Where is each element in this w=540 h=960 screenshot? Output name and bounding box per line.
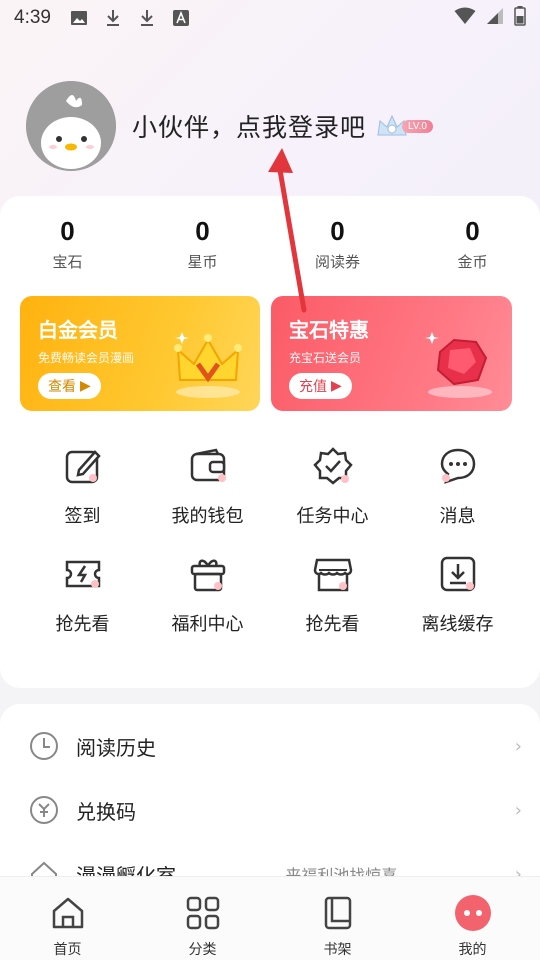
gift-icon: [190, 559, 225, 592]
gem-icon: [425, 332, 492, 398]
home-icon: [52, 897, 83, 929]
stat-gold-coins[interactable]: 0 金币: [405, 216, 540, 276]
download-notification-icon: [103, 8, 123, 28]
platinum-member-card[interactable]: 白金会员 免费畅读会员漫画 查看 ▶: [20, 296, 260, 411]
login-prompt[interactable]: 小伙伴，点我登录吧: [132, 108, 366, 144]
tab-label: 书架: [323, 942, 352, 958]
font-notification-icon: [171, 8, 191, 28]
battery-icon: [514, 5, 526, 31]
stat-label: 金币: [457, 253, 488, 271]
grid-item-offline-cache[interactable]: 离线缓存: [395, 554, 520, 636]
profile-header[interactable]: 小伙伴，点我登录吧 LV.0: [26, 80, 526, 172]
tab-category[interactable]: 分类: [135, 877, 270, 960]
chat-icon: [440, 448, 475, 484]
stat-label: 星币: [187, 253, 218, 271]
tab-home[interactable]: 首页: [0, 877, 135, 960]
profile-icon: [454, 895, 491, 931]
level-badge: LV.0: [376, 113, 433, 139]
grid-label: 离线缓存: [421, 614, 494, 635]
download-icon: [440, 556, 475, 592]
grid-item-wallet[interactable]: 我的钱包: [145, 446, 270, 528]
stat-value: 0: [330, 216, 345, 246]
crown-icon: [174, 332, 242, 398]
list-label: 阅读历史: [76, 735, 156, 760]
stat-value: 0: [195, 216, 210, 246]
category-icon: [186, 896, 219, 930]
grid-label: 福利中心: [171, 614, 244, 635]
stat-reading-tickets[interactable]: 0 阅读券: [270, 216, 405, 276]
grid-item-task-center[interactable]: 任务中心: [270, 446, 395, 528]
stat-star-coins[interactable]: 0 星币: [135, 216, 270, 276]
grid-item-early-access[interactable]: 抢先看: [20, 554, 145, 636]
stat-gems[interactable]: 0 宝石: [0, 216, 135, 276]
avatar[interactable]: [26, 81, 116, 171]
list-item-reading-history[interactable]: 阅读历史 ›: [28, 726, 522, 766]
wallet-icon: [190, 448, 226, 482]
grid-label: 抢先看: [55, 614, 110, 635]
chevron-right-icon: ›: [514, 735, 522, 757]
recharge-button[interactable]: 充值 ▶: [289, 373, 352, 399]
status-bar: 4:39: [0, 0, 540, 36]
grid-label: 消息: [439, 506, 476, 527]
grid-label: 任务中心: [296, 506, 369, 527]
grid-label: 签到: [64, 506, 101, 527]
level-text: LV.0: [402, 119, 433, 133]
tab-label: 分类: [188, 942, 217, 958]
tab-label: 我的: [458, 942, 487, 958]
redeem-icon: [30, 796, 58, 824]
gem-special-card[interactable]: 宝石特惠 充宝石送会员 充值 ▶: [271, 296, 512, 411]
edit-icon: [65, 450, 101, 484]
ticket-icon: [65, 560, 100, 588]
clock-icon: [30, 732, 58, 760]
badge-check-icon: [312, 447, 353, 485]
list-item-redeem-code[interactable]: 兑换码 ›: [28, 790, 522, 830]
stat-value: 0: [465, 216, 480, 246]
grid-item-welfare-center[interactable]: 福利中心: [145, 554, 270, 636]
grid-item-early-access-2[interactable]: 抢先看: [270, 554, 395, 636]
signal-icon: [486, 7, 504, 30]
feature-grid: 签到 我的钱包 任务中心 消息 抢先看 福利中心 抢先看 离线缓存: [20, 446, 520, 636]
stat-label: 宝石: [52, 253, 83, 271]
stats-row: 0 宝石 0 星币 0 阅读券 0 金币: [0, 216, 540, 276]
bookshelf-icon: [324, 896, 351, 930]
stat-label: 阅读券: [314, 253, 360, 271]
status-time: 4:39: [14, 7, 51, 28]
recharge-button-label: 充值: [299, 379, 327, 395]
wifi-icon: [454, 7, 476, 30]
view-button[interactable]: 查看 ▶: [38, 373, 101, 399]
view-button-label: 查看: [48, 379, 76, 395]
grid-item-sign-in[interactable]: 签到: [20, 446, 145, 528]
play-arrow-icon: ▶: [331, 378, 342, 394]
image-notification-icon: [69, 8, 89, 28]
bottom-tab-bar: 首页 分类 书架 我的: [0, 876, 540, 960]
chevron-right-icon: ›: [514, 799, 522, 821]
stat-value: 0: [60, 216, 75, 246]
list-label: 兑换码: [76, 799, 136, 824]
store-icon: [313, 558, 352, 592]
grid-label: 抢先看: [305, 614, 360, 635]
grid-label: 我的钱包: [171, 506, 244, 527]
tab-profile[interactable]: 我的: [405, 877, 540, 960]
download-notification-icon-2: [137, 8, 157, 28]
tab-label: 首页: [53, 942, 82, 958]
grid-item-messages[interactable]: 消息: [395, 446, 520, 528]
play-arrow-icon: ▶: [80, 378, 91, 394]
tab-bookshelf[interactable]: 书架: [270, 877, 405, 960]
